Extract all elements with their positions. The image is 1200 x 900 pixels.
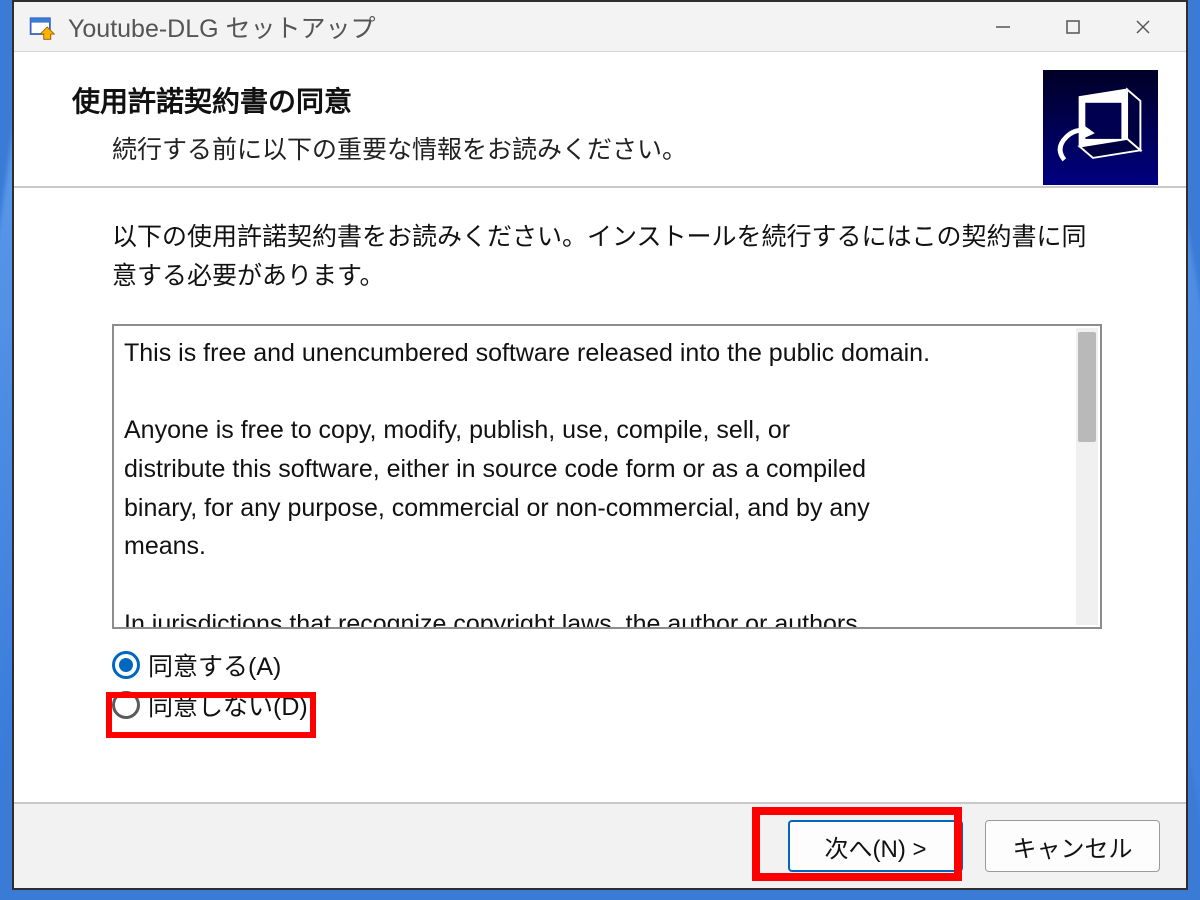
annotation-highlight-accept (106, 692, 316, 738)
minimize-button[interactable] (968, 2, 1038, 52)
titlebar[interactable]: Youtube-DLG セットアップ (14, 2, 1186, 52)
scrollbar-thumb[interactable] (1078, 332, 1096, 442)
radio-accept[interactable]: 同意する(A) (112, 647, 1096, 683)
installer-app-icon (26, 11, 58, 43)
page-subheading: 続行する前に以下の重要な情報をお読みください。 (112, 130, 1141, 166)
license-instruction: 以下の使用許諾契約書をお読みください。インストールを続行するにはこの契約書に同意… (112, 218, 1096, 296)
installer-window: Youtube-DLG セットアップ 使用許諾契約書の同意 続行する前に以下の重… (12, 0, 1188, 890)
close-button[interactable] (1108, 2, 1178, 52)
annotation-highlight-next (752, 807, 962, 881)
wizard-computer-icon (1043, 70, 1158, 185)
radio-accept-icon (112, 651, 140, 679)
window-title: Youtube-DLG セットアップ (68, 9, 968, 45)
cancel-button-label: キャンセル (1013, 829, 1133, 864)
license-textbox[interactable]: This is free and unencumbered software r… (112, 324, 1102, 629)
radio-accept-label: 同意する(A) (148, 647, 281, 683)
wizard-content: 使用許諾契約書の同意 続行する前に以下の重要な情報をお読みください。 以下の使用… (14, 52, 1186, 802)
maximize-button[interactable] (1038, 2, 1108, 52)
license-scrollbar[interactable] (1076, 328, 1098, 625)
wizard-body: 以下の使用許諾契約書をお読みください。インストールを続行するにはこの契約書に同意… (14, 188, 1186, 737)
license-text: This is free and unencumbered software r… (114, 326, 1100, 627)
cancel-button[interactable]: キャンセル (985, 820, 1160, 872)
wizard-header: 使用許諾契約書の同意 続行する前に以下の重要な情報をお読みください。 (14, 52, 1186, 188)
wizard-footer: 次へ(N) > キャンセル (14, 802, 1186, 888)
page-heading: 使用許諾契約書の同意 (72, 80, 1141, 120)
